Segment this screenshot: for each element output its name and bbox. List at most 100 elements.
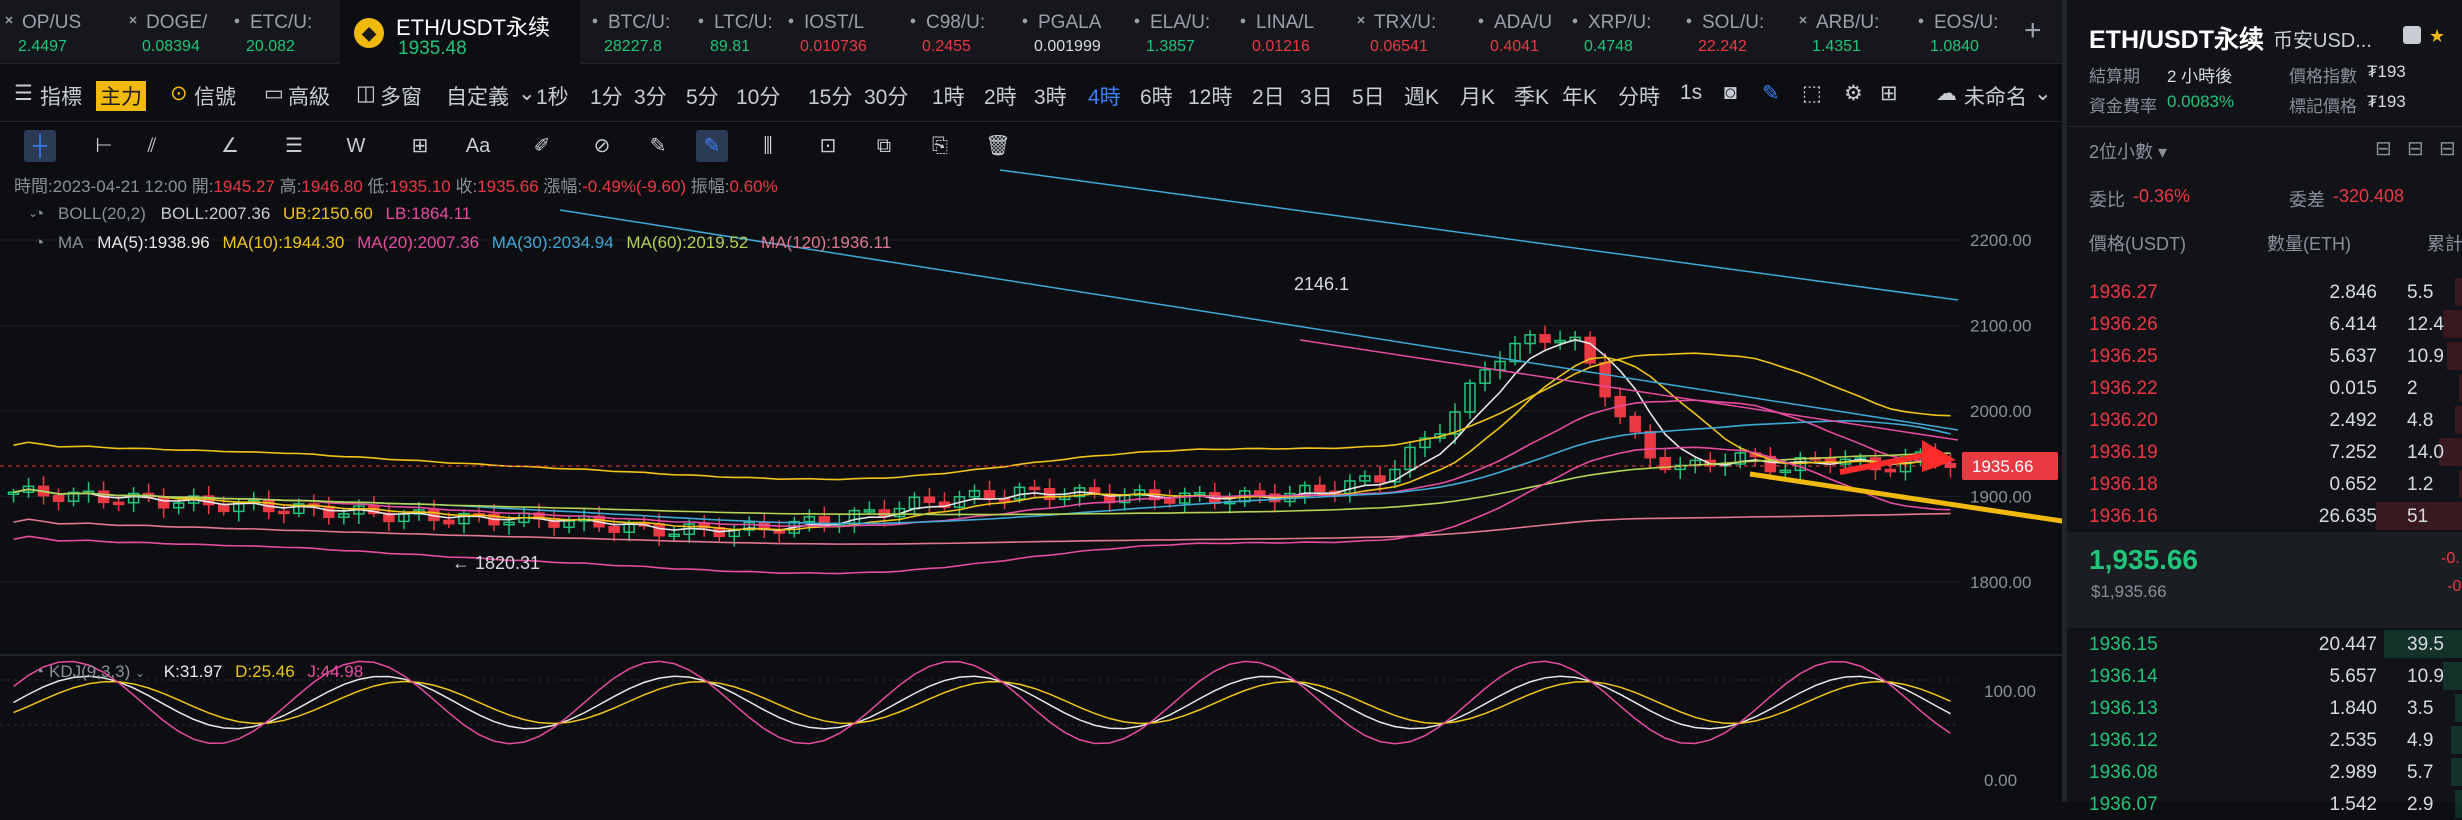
- trash-icon[interactable]: 🗑: [982, 130, 1014, 162]
- layout-name-select[interactable]: 未命名: [1964, 81, 2027, 111]
- symbol-tab[interactable]: ● EOS/U: 1.0840: [1912, 0, 2024, 64]
- pen-icon[interactable]: ✎: [696, 130, 728, 162]
- angle-icon[interactable]: ∠: [214, 130, 246, 162]
- multi-window-button[interactable]: 多窗: [380, 81, 422, 111]
- ask-row[interactable]: 1936.19 7.252 14.0: [2067, 436, 2462, 468]
- ask-row[interactable]: 1936.20 2.492 4.8: [2067, 404, 2462, 436]
- symbol-tab[interactable]: ● IOST/L 0.010736: [782, 0, 894, 64]
- chevron-down-icon[interactable]: ⌄: [2034, 81, 2052, 106]
- symbol-tab[interactable]: ● ETC/U: 20.082: [228, 0, 340, 64]
- interval-button[interactable]: 2日: [1252, 81, 1285, 111]
- eraser-icon[interactable]: ⊘: [586, 130, 618, 162]
- bid-row[interactable]: 1936.14 5.657 10.9: [2067, 660, 2462, 692]
- ask-row[interactable]: 1936.27 2.846 5.5: [2067, 276, 2462, 308]
- chevron-down-icon[interactable]: ⌄: [518, 81, 536, 106]
- symbol-tab[interactable]: ✕ TRX/U: 0.06541: [1352, 0, 1464, 64]
- cloud-icon[interactable]: ☁: [1936, 81, 1957, 106]
- advanced-button[interactable]: 高級: [288, 81, 330, 111]
- interval-button[interactable]: 季K: [1514, 81, 1549, 111]
- fib-icon[interactable]: ☰: [278, 130, 310, 162]
- interval-button[interactable]: 1分: [590, 81, 623, 111]
- pencil-icon[interactable]: ✎: [1762, 81, 1780, 106]
- orderbook-asks-icon[interactable]: ⊟: [2407, 136, 2424, 161]
- symbol-tab[interactable]: ✕ ARB/U: 1.4351: [1794, 0, 1906, 64]
- interval-button[interactable]: 3時: [1034, 81, 1067, 111]
- interval-button[interactable]: 週K: [1404, 81, 1439, 111]
- symbol-tab[interactable]: ● LINA/L 0.01216: [1234, 0, 1346, 64]
- exchange-label[interactable]: 币安USD...: [2273, 24, 2372, 53]
- lock-icon[interactable]: ⊡: [812, 130, 844, 162]
- symbol-tab[interactable]: ● PGALA 0.001999: [1016, 0, 1128, 64]
- ruler-icon[interactable]: ✎: [642, 130, 674, 162]
- interval-button[interactable]: 3日: [1300, 81, 1333, 111]
- ask-row[interactable]: 1936.26 6.414 12.4: [2067, 308, 2462, 340]
- orderbook-both-icon[interactable]: ⊟: [2375, 136, 2392, 161]
- crosshair-icon[interactable]: ┼: [24, 130, 56, 162]
- trend-line-icon[interactable]: ⫽: [136, 130, 168, 162]
- indicators-icon[interactable]: ☰: [14, 81, 33, 106]
- main-indicator-badge[interactable]: 主力: [96, 81, 146, 111]
- chart-canvas[interactable]: 2200.00 2100.00 2000.00 1900.00 1800.00 1935.…: [0, 164, 2066, 802]
- interval-button[interactable]: 15分: [808, 81, 852, 111]
- kdj-legend[interactable]: ◔ KDJ(9,3,3) ⌄ K:31.97 D:25.46 J:44.98: [34, 662, 363, 682]
- interval-button[interactable]: 分時: [1618, 81, 1660, 111]
- text-icon[interactable]: Aa: [462, 130, 494, 162]
- save-icon[interactable]: ⎘: [924, 130, 956, 162]
- interval-button[interactable]: 月K: [1460, 81, 1495, 111]
- interval-button[interactable]: 5分: [686, 81, 719, 111]
- interval-button[interactable]: 1時: [932, 81, 965, 111]
- layout-icon[interactable]: ⊞: [1880, 81, 1898, 106]
- interval-button[interactable]: 30分: [864, 81, 908, 111]
- seconds-button[interactable]: 1秒: [536, 81, 569, 111]
- interval-button[interactable]: 6時: [1140, 81, 1173, 111]
- interval-button[interactable]: 2時: [984, 81, 1017, 111]
- interval-button[interactable]: 3分: [634, 81, 667, 111]
- indicators-button[interactable]: 指標: [40, 81, 82, 111]
- symbol-tab[interactable]: ● XRP/U: 0.4748: [1566, 0, 1678, 64]
- signal-icon[interactable]: ⊙: [170, 81, 188, 106]
- add-tab-button[interactable]: +: [2024, 14, 2042, 48]
- camera-icon[interactable]: ◙: [1724, 81, 1737, 105]
- alert-icon[interactable]: [2403, 26, 2421, 44]
- favorite-star-icon[interactable]: ★: [2429, 26, 2445, 47]
- pattern-icon[interactable]: ⫼: [752, 130, 784, 162]
- interval-button[interactable]: 5日: [1352, 81, 1385, 111]
- ma-legend[interactable]: MA MA(5):1938.96 MA(10):1944.30 MA(20):2…: [58, 233, 891, 253]
- signal-button[interactable]: 信號: [194, 81, 236, 111]
- measure-icon[interactable]: ⊞: [404, 130, 436, 162]
- bid-row[interactable]: 1936.15 20.447 39.5: [2067, 628, 2462, 660]
- interval-button[interactable]: 10分: [736, 81, 780, 111]
- ask-row[interactable]: 1936.16 26.635 51: [2067, 500, 2462, 532]
- settings-icon[interactable]: ⚙: [1844, 81, 1863, 106]
- brush-icon[interactable]: ✐: [526, 130, 558, 162]
- bid-row[interactable]: 1936.12 2.535 4.9: [2067, 724, 2462, 756]
- symbol-tab[interactable]: ● C98/U: 0.2455: [904, 0, 1016, 64]
- custom-interval-button[interactable]: 自定義: [446, 81, 509, 111]
- bid-row[interactable]: 1936.08 2.989 5.7: [2067, 756, 2462, 788]
- boll-legend[interactable]: BOLL(20,2) BOLL:2007.36 UB:2150.60 LB:18…: [58, 204, 471, 224]
- wave-icon[interactable]: W: [340, 130, 372, 162]
- symbol-tab[interactable]: ● ELA/U: 1.3857: [1128, 0, 1240, 64]
- advanced-icon[interactable]: ▭: [264, 81, 284, 106]
- horizontal-line-icon[interactable]: ⊢: [88, 130, 120, 162]
- bid-row[interactable]: 1936.13 1.840 3.5: [2067, 692, 2462, 724]
- bell-icon[interactable]: ◔: [34, 233, 44, 253]
- interval-button[interactable]: 12時: [1188, 81, 1232, 111]
- copy-icon[interactable]: ⧉: [868, 130, 900, 162]
- orderbook-bids-icon[interactable]: ⊟: [2439, 136, 2456, 161]
- multi-window-icon[interactable]: ◫: [356, 81, 376, 106]
- collapse-chevron-icon[interactable]: ⌄: [28, 206, 38, 220]
- symbol-tab[interactable]: ◆ ETH/USDT永续 1935.48: [340, 0, 580, 64]
- decimals-select[interactable]: 2位小數 ▾: [2089, 138, 2167, 164]
- symbol-tab[interactable]: ✕ OP/US 2.4497: [0, 0, 112, 64]
- interval-button[interactable]: 年K: [1562, 81, 1597, 111]
- interval-button[interactable]: 1s: [1680, 81, 1702, 105]
- expand-icon[interactable]: ⬚: [1802, 81, 1822, 106]
- symbol-tab[interactable]: ✕ DOGE/0.08394: [124, 0, 236, 64]
- interval-button[interactable]: 4時: [1088, 81, 1121, 111]
- ask-row[interactable]: 1936.22 0.015 2: [2067, 372, 2462, 404]
- symbol-tab[interactable]: ● BTC/U: 28227.8: [586, 0, 698, 64]
- symbol-tab[interactable]: ● SOL/U: 22.242: [1680, 0, 1792, 64]
- ask-row[interactable]: 1936.18 0.652 1.2: [2067, 468, 2462, 500]
- bid-row[interactable]: 1936.07 1.542 2.9: [2067, 788, 2462, 820]
